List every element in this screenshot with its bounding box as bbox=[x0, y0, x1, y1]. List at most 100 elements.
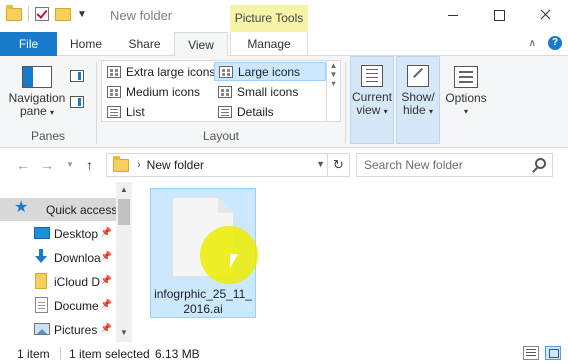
preview-pane-icon bbox=[70, 70, 84, 82]
nav-item-label: Docume bbox=[54, 298, 99, 313]
picture-tools-tab-group: Picture Tools bbox=[230, 5, 308, 32]
ribbon-tab-bar: File Home Share View Manage ∧ ? bbox=[0, 32, 568, 57]
folder-icon bbox=[6, 4, 22, 21]
address-history-chevron-down-icon[interactable]: ▼ bbox=[316, 159, 325, 169]
layout-large-icons[interactable]: Large icons bbox=[214, 62, 326, 81]
nav-item-label: Pictures bbox=[54, 322, 98, 337]
list-icon bbox=[107, 105, 121, 118]
window-title: New folder bbox=[110, 8, 173, 23]
status-size: 6.13 MB bbox=[155, 347, 200, 361]
status-selection: 1 item selected bbox=[69, 347, 150, 361]
scrollbar-thumb[interactable] bbox=[118, 199, 130, 225]
status-divider bbox=[60, 347, 61, 360]
ribbon: Navigation pane ▾ Panes Layout Extra lar… bbox=[0, 56, 568, 148]
medium-icons-icon bbox=[107, 85, 121, 98]
show-hide-label-2: hide ▾ bbox=[397, 104, 439, 118]
details-pane-button[interactable] bbox=[70, 96, 84, 108]
title-bar: ▼ New folder Picture Tools bbox=[0, 0, 568, 32]
new-folder-icon[interactable] bbox=[55, 7, 71, 21]
properties-icon[interactable] bbox=[35, 7, 49, 21]
tab-file[interactable]: File bbox=[0, 32, 57, 56]
document-icon bbox=[35, 297, 48, 313]
desktop-icon bbox=[34, 227, 50, 239]
scroll-down-icon[interactable]: ▼ bbox=[116, 328, 132, 337]
layout-item-label: Large icons bbox=[238, 64, 301, 79]
pin-icon: 📌 bbox=[100, 323, 112, 333]
scroll-up-icon[interactable]: ▲ bbox=[116, 185, 132, 194]
customize-toolbar-chevron-down-icon[interactable]: ▼ bbox=[77, 9, 87, 20]
close-button[interactable] bbox=[522, 0, 568, 30]
chevron-down-icon: ▾ bbox=[463, 107, 468, 116]
search-box[interactable] bbox=[356, 153, 553, 177]
nav-item-quick-access[interactable]: ★ Quick access bbox=[0, 198, 116, 221]
minimize-ribbon-chevron-up-icon[interactable]: ∧ bbox=[529, 38, 536, 49]
recent-locations-chevron-down-icon[interactable]: ▼ bbox=[66, 160, 74, 169]
forward-arrow-icon[interactable]: → bbox=[40, 157, 54, 173]
options-button[interactable]: Options ▾ bbox=[442, 58, 490, 118]
layout-item-label: Small icons bbox=[237, 84, 299, 99]
tab-manage[interactable]: Manage bbox=[230, 32, 308, 56]
panes-group-label: Panes bbox=[30, 129, 66, 143]
search-icon[interactable] bbox=[535, 158, 546, 169]
nav-item-pictures[interactable]: Pictures 📌 bbox=[0, 318, 116, 341]
star-icon: ★ bbox=[14, 199, 29, 216]
pictures-icon bbox=[34, 323, 50, 335]
navigation-pane-icon bbox=[22, 66, 52, 88]
mouse-pointer-icon bbox=[229, 253, 238, 269]
nav-item-desktop[interactable]: Desktop 📌 bbox=[0, 222, 116, 245]
tab-view[interactable]: View bbox=[174, 32, 228, 57]
address-bar[interactable]: › New folder ▼ ↻ bbox=[106, 153, 350, 177]
current-view-button[interactable]: Current view ▾ bbox=[350, 56, 394, 144]
breadcrumb-chevron-right-icon[interactable]: › bbox=[137, 159, 141, 171]
ribbon-controls: ∧ ? bbox=[529, 36, 562, 50]
small-icons-icon bbox=[218, 85, 232, 98]
expand-gallery-icon[interactable]: ▾ bbox=[327, 79, 340, 88]
chevron-down-icon: ▾ bbox=[429, 107, 434, 116]
nav-item-icloud-drive[interactable]: iCloud D 📌 bbox=[0, 270, 116, 293]
breadcrumb-current-folder[interactable]: New folder bbox=[147, 158, 204, 172]
group-divider bbox=[345, 62, 346, 144]
large-icons-view-toggle[interactable] bbox=[545, 346, 561, 360]
tab-share[interactable]: Share bbox=[117, 32, 172, 56]
options-icon bbox=[454, 66, 478, 88]
chevron-down-icon: ▾ bbox=[383, 107, 388, 116]
pin-icon: 📌 bbox=[100, 275, 112, 285]
help-icon[interactable]: ? bbox=[548, 36, 562, 50]
chevron-down-icon: ▾ bbox=[50, 108, 55, 117]
quick-access-toolbar: ▼ bbox=[6, 4, 87, 22]
layout-extra-large-icons[interactable]: Extra large icons bbox=[103, 62, 215, 81]
scroll-up-icon[interactable]: ▲ bbox=[327, 61, 340, 70]
layout-details[interactable]: Details bbox=[214, 102, 326, 121]
show-hide-icon bbox=[407, 65, 429, 87]
navigation-pane-button[interactable]: Navigation pane ▾ bbox=[6, 66, 68, 119]
nav-item-documents[interactable]: Docume 📌 bbox=[0, 294, 116, 317]
show-hide-button[interactable]: Show/ hide ▾ bbox=[396, 56, 440, 144]
layout-medium-icons[interactable]: Medium icons bbox=[103, 82, 213, 101]
up-arrow-icon[interactable]: ↑ bbox=[86, 157, 93, 173]
nav-item-label: Desktop bbox=[54, 226, 99, 241]
layout-small-icons[interactable]: Small icons bbox=[214, 82, 326, 101]
search-input[interactable] bbox=[357, 154, 527, 176]
layout-list[interactable]: List bbox=[103, 102, 213, 121]
layout-item-label: List bbox=[126, 104, 145, 119]
panes-group: Navigation pane ▾ Panes bbox=[0, 58, 96, 146]
nav-pane-scrollbar[interactable]: ▲ ▼ bbox=[116, 182, 132, 342]
extra-large-icons-icon bbox=[107, 65, 121, 78]
preview-pane-button[interactable] bbox=[70, 70, 84, 82]
refresh-icon[interactable]: ↻ bbox=[327, 154, 349, 176]
cursor-highlight bbox=[200, 226, 258, 284]
details-view-toggle[interactable] bbox=[523, 346, 539, 360]
address-row: ← → ▼ ↑ › New folder ▼ ↻ bbox=[0, 148, 568, 182]
maximize-button[interactable] bbox=[476, 0, 522, 30]
tab-home[interactable]: Home bbox=[60, 32, 112, 56]
scroll-down-icon[interactable]: ▼ bbox=[327, 70, 340, 79]
nav-item-label: iCloud D bbox=[54, 274, 101, 289]
minimize-button[interactable] bbox=[430, 0, 476, 30]
pin-icon: 📌 bbox=[100, 299, 112, 309]
back-arrow-icon[interactable]: ← bbox=[16, 157, 30, 173]
layout-gallery-scroller[interactable]: ▲ ▼ ▾ bbox=[326, 61, 340, 121]
layout-gallery: Extra large icons Large icons Medium ico… bbox=[101, 60, 341, 122]
nav-item-downloads[interactable]: Downloa 📌 bbox=[0, 246, 116, 269]
navigation-pane-label-2-text: pane bbox=[19, 104, 47, 118]
layout-item-label: Medium icons bbox=[126, 84, 201, 99]
